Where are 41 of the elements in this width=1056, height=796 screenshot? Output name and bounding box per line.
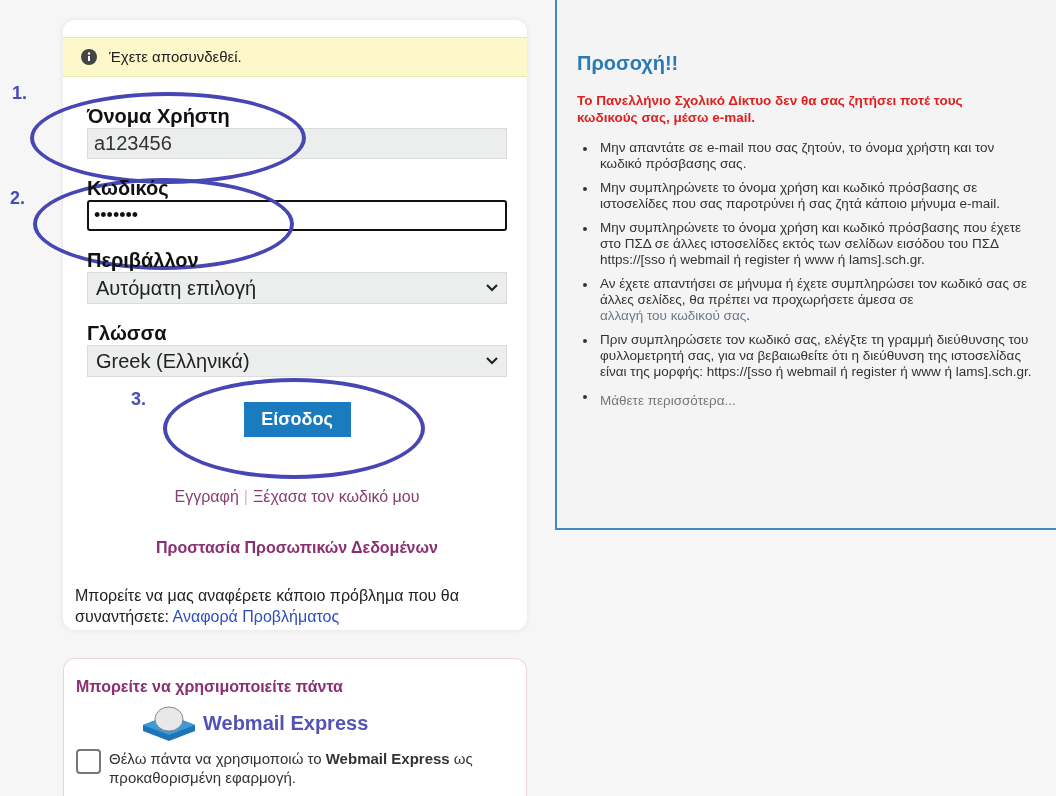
- default-app-label: Θέλω πάντα να χρησιμοποιώ το Webmail Express ως προκαθορισμένη εφαρμογή.: [109, 749, 474, 787]
- register-link[interactable]: Εγγραφή: [174, 485, 239, 509]
- learn-more-link[interactable]: Μάθετε περισσότερα...: [600, 393, 736, 408]
- notice-text: Έχετε αποσυνδεθεί.: [109, 46, 242, 67]
- username-field[interactable]: a123456: [87, 128, 507, 159]
- field-label: Γλώσσα: [87, 321, 167, 345]
- bullet-icon: [583, 187, 587, 191]
- annotation-number: 3.: [131, 388, 146, 411]
- bullet-icon: [583, 147, 587, 151]
- warning-lead: Το Πανελλήνιο Σχολικό Δίκτυο δεν θα σας ζητήσει ποτέ τους κωδικούς σας, μέσω e-mail.: [577, 92, 964, 126]
- bullet-icon: [583, 283, 587, 287]
- bullet-icon: [583, 395, 587, 399]
- field-label: Περιβάλλον: [87, 248, 199, 272]
- webmail-logo-icon: [141, 705, 197, 741]
- default-app-checkbox[interactable]: [76, 749, 101, 774]
- link-separator: |: [243, 487, 248, 507]
- field-label: Όνομα Χρήστη: [87, 104, 230, 128]
- bullet-icon: [583, 227, 587, 231]
- chevron-down-icon: [486, 357, 498, 365]
- info-icon: [81, 49, 97, 65]
- annotation-number: 1.: [12, 82, 27, 105]
- warning-item: Πριν συμπληρώσετε τον κωδικό σας, ελέγξτε τη γραμμή διεύθυνσης του φυλλομετρητή σας, για να βεβαιωθείτε ότι η διεύθυνση της ιστοσελίδας είναι της μορφής: https://[sso ή webmail ή register ή www ή lams].sch.gr.: [600, 332, 1033, 380]
- privacy-link[interactable]: Προστασία Προσωπικών Δεδομένων: [156, 536, 438, 560]
- login-button[interactable]: Είσοδος: [243, 402, 351, 437]
- chevron-down-icon: [486, 284, 498, 292]
- warning-item: Μην απαντάτε σε e-mail που σας ζητούν, το όνομα χρήστη και τον κωδικό πρόσβασης σας.: [600, 140, 996, 172]
- webmail-heading: Μπορείτε να χρησιμοποιείτε πάντα: [76, 677, 344, 697]
- bullet-icon: [583, 339, 587, 343]
- password-field[interactable]: •••••••: [87, 200, 507, 231]
- select-field[interactable]: Αυτόματη επιλογή: [87, 272, 507, 304]
- forgot-password-link[interactable]: Ξέχασα τον κωδικό μου: [252, 485, 420, 509]
- field-label: Κωδικός: [87, 176, 169, 200]
- select-field[interactable]: Greek (Ελληνικά): [87, 345, 507, 377]
- warning-title: Προσοχή!!: [577, 51, 680, 76]
- report-link[interactable]: Αναφορά Προβλήματος: [172, 608, 340, 625]
- webmail-app-name: Webmail Express: [203, 711, 369, 736]
- warning-item: Μην συμπληρώνετε το όνομα χρήση και κωδικό πρόσβασης σε ιστοσελίδες που σας παροτρύνει ή σας ζητά κάποιο μήνυμα e-mail.: [600, 180, 1001, 212]
- warning-item: Μην συμπληρώνετε το όνομα χρήση και κωδικό πρόσβασης που έχετε στο ΠΣΔ σε άλλες ιστοσελίδες εκτός των σελίδων εισόδου του ΠΣΔ https://[sso ή webmail ή register ή www ή lams].sch.gr.: [600, 220, 1023, 268]
- report-text: Μπορείτε να μας αναφέρετε κάποιο πρόβλημα που θα συναντήσετε: Αναφορά Προβλήματος: [74, 586, 460, 627]
- warning-item: Αν έχετε απαντήσει σε μήνυμα ή έχετε συμπληρώσει τον κωδικό σας σε άλλες σελίδες, θα πρέπει να προχωρήσετε άμεσα σε αλλαγή του κωδικού σας.: [600, 276, 1028, 324]
- annotation-number: 2.: [10, 187, 25, 210]
